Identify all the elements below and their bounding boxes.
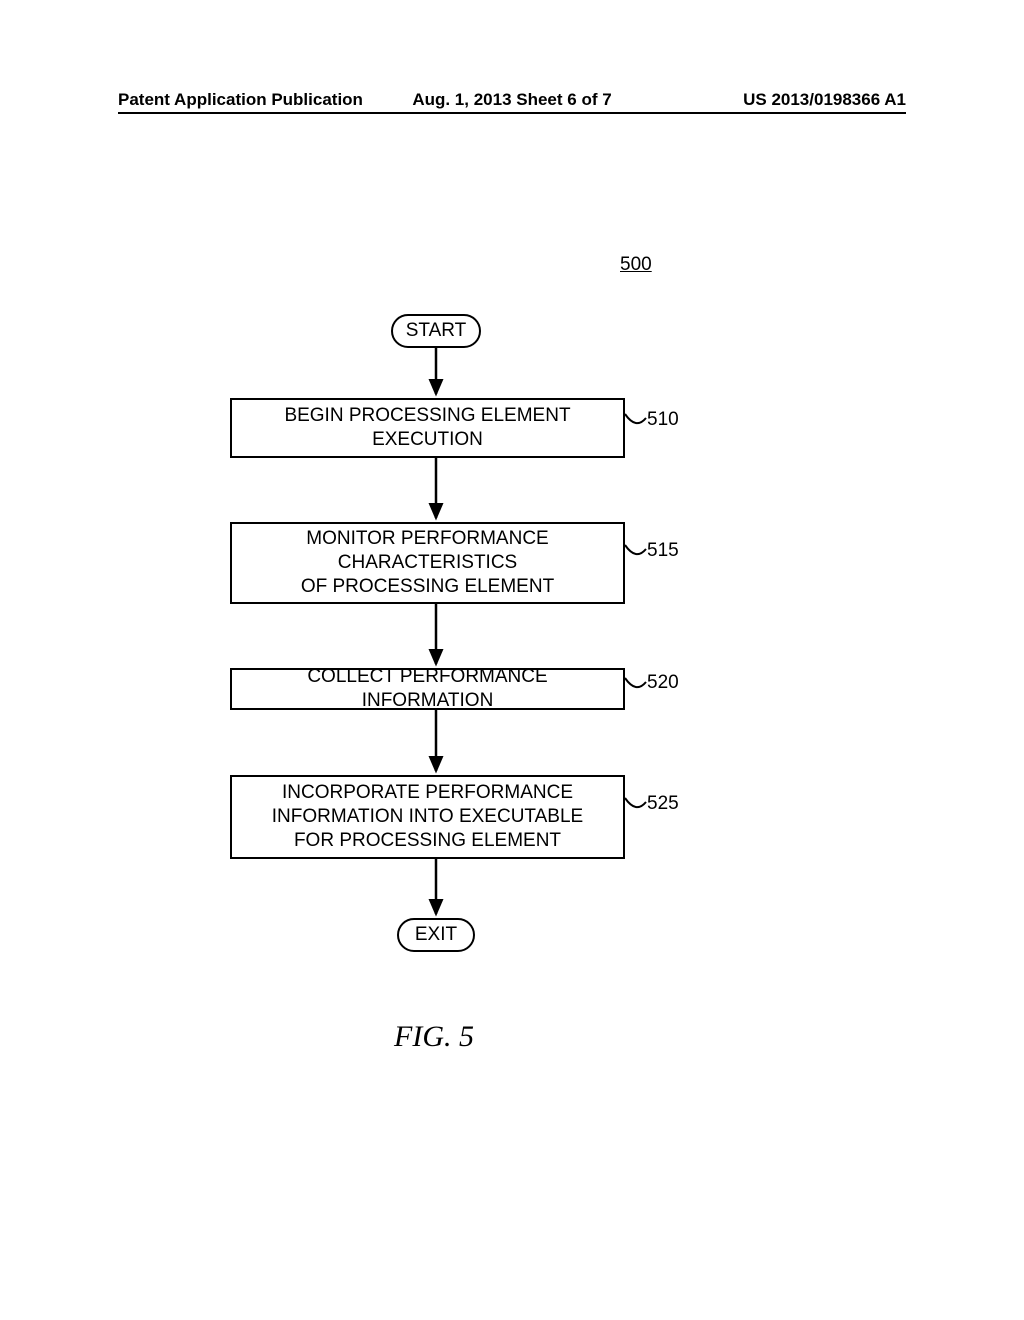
step-ref-525: 525 bbox=[647, 793, 679, 815]
process-step-510: BEGIN PROCESSING ELEMENT EXECUTION bbox=[230, 398, 625, 458]
page: Patent Application Publication Aug. 1, 2… bbox=[0, 0, 1024, 1320]
process-step-520: COLLECT PERFORMANCE INFORMATION bbox=[230, 668, 625, 710]
process-step-525: INCORPORATE PERFORMANCE INFORMATION INTO… bbox=[230, 775, 625, 859]
process-step-510-text: BEGIN PROCESSING ELEMENT EXECUTION bbox=[284, 404, 570, 452]
figure-caption: FIG. 5 bbox=[394, 1020, 474, 1054]
figure-ref-number: 500 bbox=[620, 254, 652, 276]
step-ref-515: 515 bbox=[647, 540, 679, 562]
connectors bbox=[0, 0, 1024, 1320]
step-ref-510: 510 bbox=[647, 409, 679, 431]
header-center: Aug. 1, 2013 Sheet 6 of 7 bbox=[118, 90, 906, 110]
terminal-start: START bbox=[391, 314, 481, 348]
step-ref-520: 520 bbox=[647, 672, 679, 694]
process-step-515-text: MONITOR PERFORMANCE CHARACTERISTICS OF P… bbox=[301, 527, 554, 598]
process-step-520-text: COLLECT PERFORMANCE INFORMATION bbox=[242, 665, 613, 713]
process-step-515: MONITOR PERFORMANCE CHARACTERISTICS OF P… bbox=[230, 522, 625, 604]
terminal-exit: EXIT bbox=[397, 918, 475, 952]
process-step-525-text: INCORPORATE PERFORMANCE INFORMATION INTO… bbox=[272, 781, 583, 852]
page-header: Patent Application Publication Aug. 1, 2… bbox=[118, 80, 906, 114]
